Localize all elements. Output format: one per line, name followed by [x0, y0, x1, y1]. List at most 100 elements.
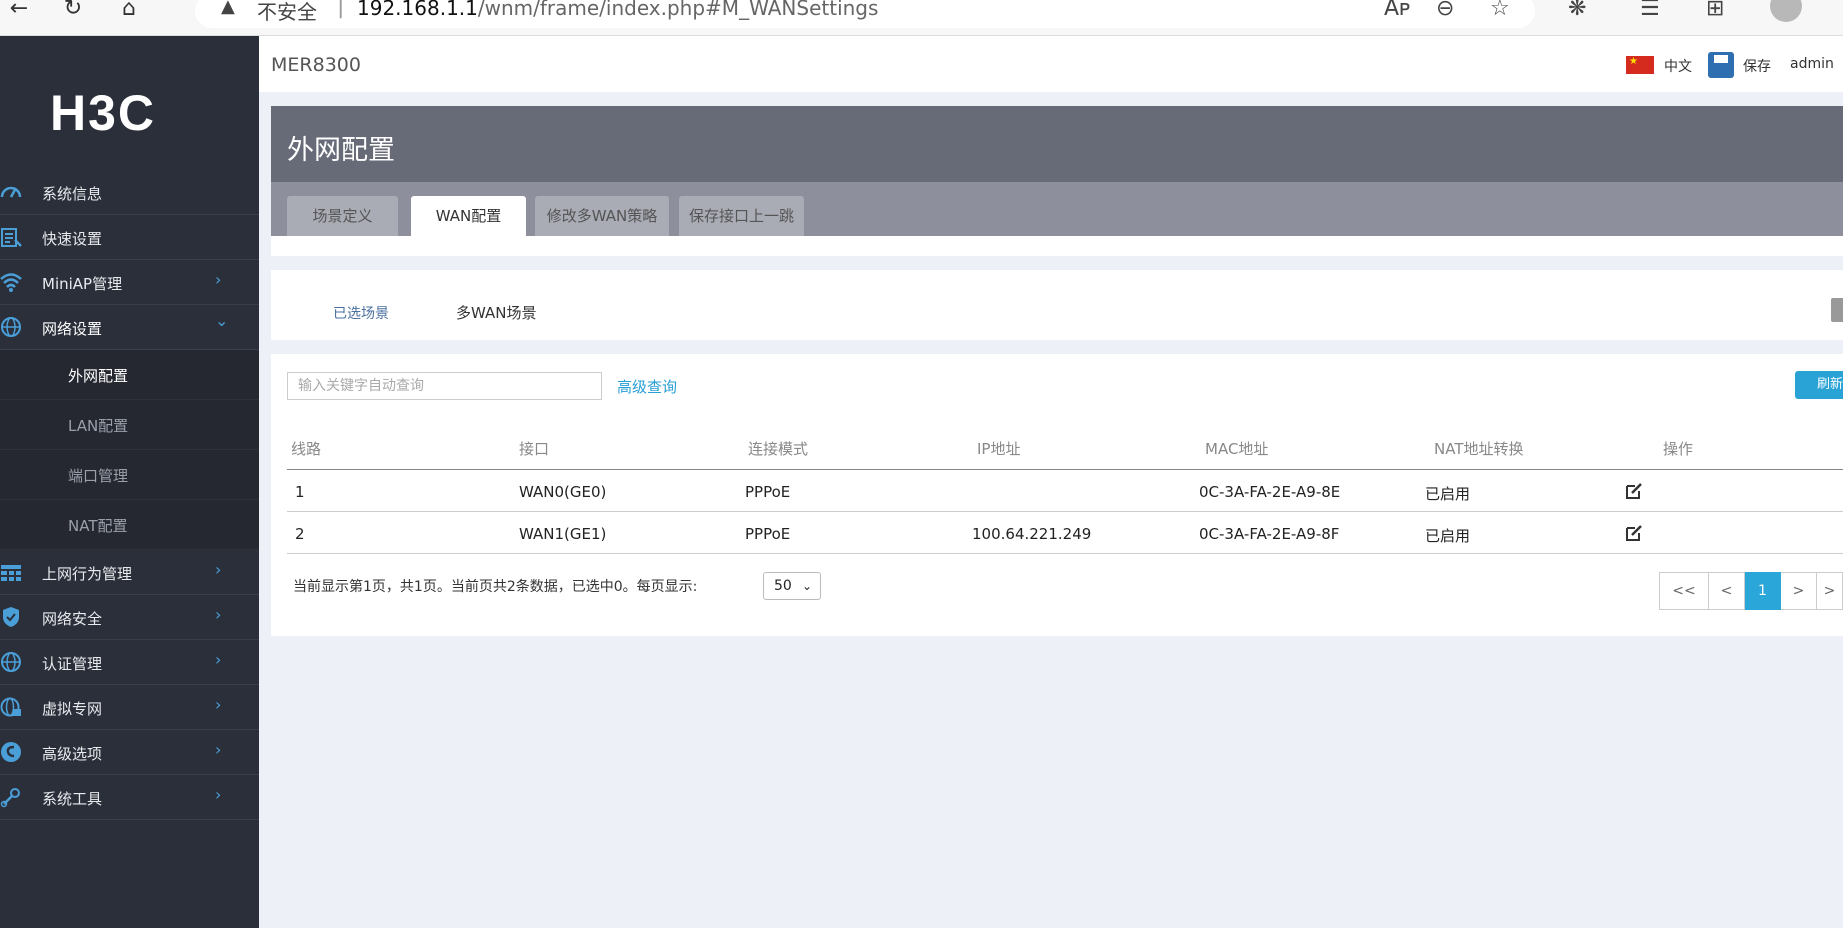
- first-page-button[interactable]: <<: [1659, 572, 1709, 610]
- sidebar: H3C 系统信息 快速设置 MiniAP管理 › 网络设置 ⌄ 外网配置 LAN…: [0, 36, 259, 928]
- sidebar-item-label: MiniAP管理: [42, 275, 123, 293]
- sidebar-item-label: 高级选项: [42, 745, 103, 763]
- extensions-icon[interactable]: ❋: [1568, 0, 1586, 21]
- column-header-nat[interactable]: NAT地址转换: [1434, 438, 1523, 459]
- advanced-query-link[interactable]: 高级查询: [617, 376, 677, 397]
- profile-avatar[interactable]: [1770, 0, 1802, 22]
- grid-icon: [1, 565, 21, 581]
- url-text[interactable]: 192.168.1.1/wnm/frame/index.php#M_WANSet…: [357, 0, 878, 20]
- column-header-action: 操作: [1663, 440, 1694, 458]
- table-row[interactable]: 2 WAN1(GE1) PPPoE 100.64.221.249 0C-3A-F…: [287, 512, 1843, 554]
- selected-scene-label: 已选场景: [333, 306, 389, 322]
- url-host: 192.168.1.1: [357, 0, 478, 20]
- tab-bar: 场景定义 WAN配置 修改多WAN策略 保存接口上一跳: [271, 182, 1843, 236]
- last-page-button[interactable]: >: [1817, 572, 1843, 610]
- chevron-right-icon: ›: [215, 785, 222, 804]
- sidebar-subitem-lan-config[interactable]: LAN配置: [0, 400, 259, 450]
- cell-ip: 100.64.221.249: [972, 525, 1092, 543]
- column-header-line[interactable]: 线路: [291, 438, 321, 459]
- table-row[interactable]: 1 WAN0(GE0) PPPoE 0C-3A-FA-2E-A9-8E 已启用: [287, 470, 1843, 512]
- tools-icon: [0, 788, 20, 808]
- reload-icon[interactable]: ↻: [58, 0, 88, 22]
- refresh-button[interactable]: 刷新: [1795, 371, 1843, 399]
- sidebar-item-network-settings[interactable]: 网络设置 ⌄: [0, 305, 259, 350]
- favorites-icon[interactable]: ☰: [1640, 0, 1660, 21]
- settings-globe-icon: [1, 742, 21, 762]
- page-size-value: 50: [774, 578, 792, 594]
- column-header-mode[interactable]: 连接模式: [748, 438, 808, 459]
- column-header-interface[interactable]: 接口: [519, 438, 549, 459]
- scene-edit-icon[interactable]: [1831, 298, 1843, 322]
- sidebar-subitem-label: NAT配置: [68, 517, 128, 535]
- sidebar-subitem-nat-config[interactable]: NAT配置: [0, 500, 259, 550]
- tab-save-next-hop[interactable]: 保存接口上一跳: [679, 196, 804, 236]
- title-bar: 外网配置: [271, 106, 1843, 182]
- edit-icon[interactable]: [1625, 524, 1643, 542]
- cell-interface: WAN1(GE1): [519, 525, 607, 543]
- sidebar-item-behavior-management[interactable]: 上网行为管理 ›: [0, 550, 259, 595]
- column-header-mac[interactable]: MAC地址: [1205, 438, 1268, 459]
- next-page-button[interactable]: >: [1781, 572, 1817, 610]
- selected-scene-value: 多WAN场景: [456, 304, 537, 322]
- shield-icon: [3, 607, 19, 627]
- edit-icon[interactable]: [1625, 482, 1643, 500]
- favorite-add-icon[interactable]: ☆: [1490, 0, 1510, 21]
- sidebar-item-label: 网络安全: [42, 610, 103, 628]
- collections-icon[interactable]: ⊞: [1706, 0, 1724, 21]
- sidebar-item-vpn[interactable]: 虚拟专网 ›: [0, 685, 259, 730]
- sidebar-nav: 系统信息 快速设置 MiniAP管理 › 网络设置 ⌄ 外网配置 LAN配置 端…: [0, 170, 259, 820]
- sidebar-item-system-tools[interactable]: 系统工具 ›: [0, 775, 259, 820]
- cell-mode: PPPoE: [745, 483, 791, 501]
- globe-lock-icon: [0, 697, 21, 717]
- cell-nat: 已启用: [1425, 485, 1471, 503]
- insecure-label: 不安全: [257, 0, 317, 24]
- tab-wan-config[interactable]: WAN配置: [411, 196, 526, 236]
- address-bar[interactable]: ▲ 不安全 | 192.168.1.1/wnm/frame/index.php#…: [195, 0, 1535, 28]
- scene-panel: 已选场景 多WAN场景: [271, 270, 1843, 340]
- read-aloud-icon[interactable]: Aᴘ: [1384, 0, 1411, 21]
- back-icon[interactable]: ←: [4, 0, 34, 22]
- dashboard-icon: [0, 186, 22, 198]
- language-switch[interactable]: 中文: [1664, 56, 1692, 76]
- sidebar-item-quick-setup[interactable]: 快速设置: [0, 215, 259, 260]
- china-flag-icon[interactable]: ★: [1626, 56, 1654, 74]
- h3c-logo: H3C: [50, 85, 157, 141]
- save-button[interactable]: 保存: [1743, 56, 1771, 76]
- column-header-ip[interactable]: IP地址: [977, 438, 1020, 459]
- save-icon[interactable]: [1708, 52, 1734, 78]
- sidebar-subitem-port-management[interactable]: 端口管理: [0, 450, 259, 500]
- sidebar-subitem-wan-config[interactable]: 外网配置: [0, 350, 259, 400]
- url-path: /wnm/frame/index.php#M_WANSettings: [477, 0, 879, 20]
- tab-multi-wan-policy[interactable]: 修改多WAN策略: [535, 196, 669, 236]
- prev-page-button[interactable]: <: [1709, 572, 1745, 610]
- sidebar-item-auth-management[interactable]: 认证管理 ›: [0, 640, 259, 685]
- cell-mac: 0C-3A-FA-2E-A9-8E: [1199, 483, 1341, 501]
- page-header: 外网配置 场景定义 WAN配置 修改多WAN策略 保存接口上一跳: [271, 106, 1843, 236]
- sidebar-item-label: 系统工具: [42, 790, 103, 808]
- globe-icon: [1, 317, 21, 337]
- chevron-right-icon: ›: [215, 740, 222, 759]
- globe-icon: [1, 652, 21, 672]
- device-name: MER8300: [271, 54, 361, 76]
- home-icon[interactable]: ⌂: [114, 0, 144, 22]
- cell-line: 2: [295, 525, 305, 543]
- cell-nat: 已启用: [1425, 527, 1471, 545]
- tab-scene-definition[interactable]: 场景定义: [287, 196, 398, 236]
- user-menu[interactable]: admin: [1790, 56, 1834, 72]
- zoom-out-icon[interactable]: ⊖: [1436, 0, 1454, 21]
- cell-mac: 0C-3A-FA-2E-A9-8F: [1199, 525, 1340, 543]
- wan-table: 线路 接口 连接模式 IP地址 MAC地址 NAT地址转换 操作 1 WAN0(…: [287, 424, 1843, 554]
- sidebar-item-advanced-options[interactable]: 高级选项 ›: [0, 730, 259, 775]
- page-title: 外网配置: [287, 135, 395, 166]
- url-separator: |: [337, 0, 345, 19]
- sidebar-item-miniap[interactable]: MiniAP管理 ›: [0, 260, 259, 305]
- sidebar-item-label: 快速设置: [42, 230, 103, 248]
- sidebar-item-network-security[interactable]: 网络安全 ›: [0, 595, 259, 640]
- sidebar-subitem-label: LAN配置: [68, 417, 129, 435]
- wifi-icon: [0, 273, 22, 292]
- sidebar-item-system-info[interactable]: 系统信息: [0, 170, 259, 215]
- page-size-select[interactable]: 50 ⌄: [763, 572, 821, 600]
- search-input[interactable]: [287, 372, 602, 400]
- page-number-button[interactable]: 1: [1745, 572, 1781, 610]
- chevron-right-icon: ›: [215, 270, 222, 289]
